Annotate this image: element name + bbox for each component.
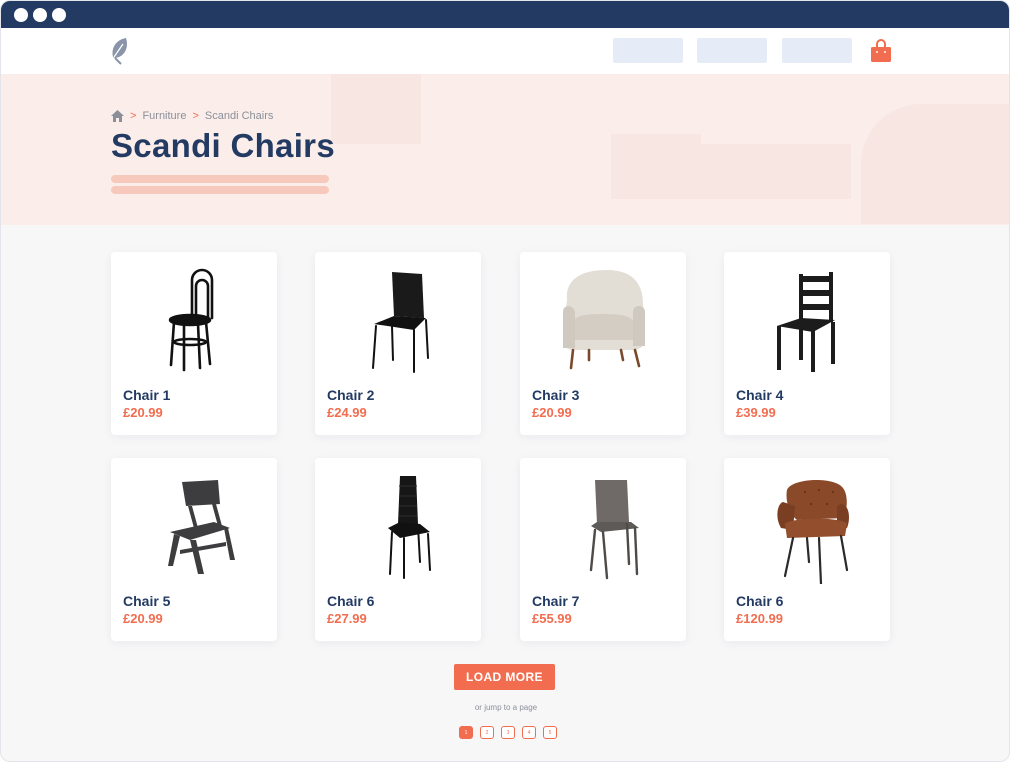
- product-name[interactable]: Chair 5: [123, 593, 170, 609]
- hero-deco-drawer: [611, 134, 701, 199]
- gray-wood-chair-image: [168, 480, 235, 574]
- leaf-icon[interactable]: [109, 37, 131, 65]
- product-name[interactable]: Chair 3: [532, 387, 579, 403]
- nav-link-1[interactable]: [613, 38, 683, 63]
- site-header: [1, 28, 1009, 74]
- breadcrumb: > Furniture > Scandi Chairs: [111, 109, 273, 123]
- product-card[interactable]: Chair 3 £20.99: [520, 252, 686, 435]
- nav-link-2[interactable]: [697, 38, 767, 63]
- product-name[interactable]: Chair 6: [327, 593, 374, 609]
- product-name[interactable]: Chair 4: [736, 387, 783, 403]
- product-price: £20.99: [532, 405, 572, 420]
- product-name[interactable]: Chair 1: [123, 387, 170, 403]
- product-card[interactable]: Chair 6 £27.99: [315, 458, 481, 641]
- breadcrumb-chevron: >: [130, 110, 137, 122]
- hero-banner: > Furniture > Scandi Chairs Scandi Chair…: [1, 74, 1009, 225]
- page-button-1[interactable]: 1: [459, 726, 473, 739]
- window-dot-3[interactable]: [52, 8, 66, 22]
- shopping-bag-icon[interactable]: [870, 39, 892, 63]
- bentwood-chair-image: [168, 268, 214, 372]
- breadcrumb-furniture[interactable]: Furniture: [142, 110, 186, 122]
- page-button-3[interactable]: 3: [501, 726, 515, 739]
- ladder-back-chair-image: [777, 272, 835, 372]
- leather-dining-chair-image: [388, 476, 431, 579]
- window-dot-1[interactable]: [14, 8, 28, 22]
- hero-deco-window: [331, 74, 421, 144]
- product-name[interactable]: Chair 6: [736, 593, 783, 609]
- jump-to-page-text: or jump to a page: [474, 703, 538, 712]
- leather-armchair-image: [777, 479, 849, 584]
- hero-deco-cabinet: [701, 144, 851, 199]
- page-button-4[interactable]: 4: [522, 726, 536, 739]
- load-more-button[interactable]: LOAD MORE: [454, 664, 555, 690]
- product-card[interactable]: Chair 4 £39.99: [724, 252, 890, 435]
- product-name[interactable]: Chair 2: [327, 387, 374, 403]
- product-price: £39.99: [736, 405, 776, 420]
- product-card[interactable]: Chair 7 £55.99: [520, 458, 686, 641]
- product-card[interactable]: Chair 1 £20.99: [111, 252, 277, 435]
- subtitle-placeholder-line: [111, 186, 329, 194]
- product-card[interactable]: Chair 6 £120.99: [724, 458, 890, 641]
- upholstered-chair-image: [589, 480, 639, 580]
- hero-deco-chair: [861, 104, 1009, 224]
- product-price: £24.99: [327, 405, 367, 420]
- product-card[interactable]: Chair 2 £24.99: [315, 252, 481, 435]
- breadcrumb-current: Scandi Chairs: [204, 110, 274, 122]
- page-button-2[interactable]: 2: [480, 726, 494, 739]
- product-card[interactable]: Chair 5 £20.99: [111, 458, 277, 641]
- window-titlebar: [1, 1, 1009, 28]
- black-chair-image: [372, 272, 429, 373]
- nav-link-3[interactable]: [782, 38, 852, 63]
- home-icon[interactable]: [111, 110, 124, 122]
- subtitle-placeholder-line: [111, 175, 329, 183]
- product-price: £55.99: [532, 611, 572, 626]
- product-name[interactable]: Chair 7: [532, 593, 579, 609]
- browser-window: > Furniture > Scandi Chairs Scandi Chair…: [0, 0, 1010, 762]
- page-button-5[interactable]: 5: [543, 726, 557, 739]
- product-price: £27.99: [327, 611, 367, 626]
- breadcrumb-chevron: >: [192, 110, 199, 122]
- window-dot-2[interactable]: [33, 8, 47, 22]
- armchair-image: [563, 270, 645, 370]
- product-price: £20.99: [123, 405, 163, 420]
- pagination: 1 2 3 4 5: [459, 726, 557, 739]
- product-price: £120.99: [736, 611, 783, 626]
- product-price: £20.99: [123, 611, 163, 626]
- page-title: Scandi Chairs: [111, 127, 335, 164]
